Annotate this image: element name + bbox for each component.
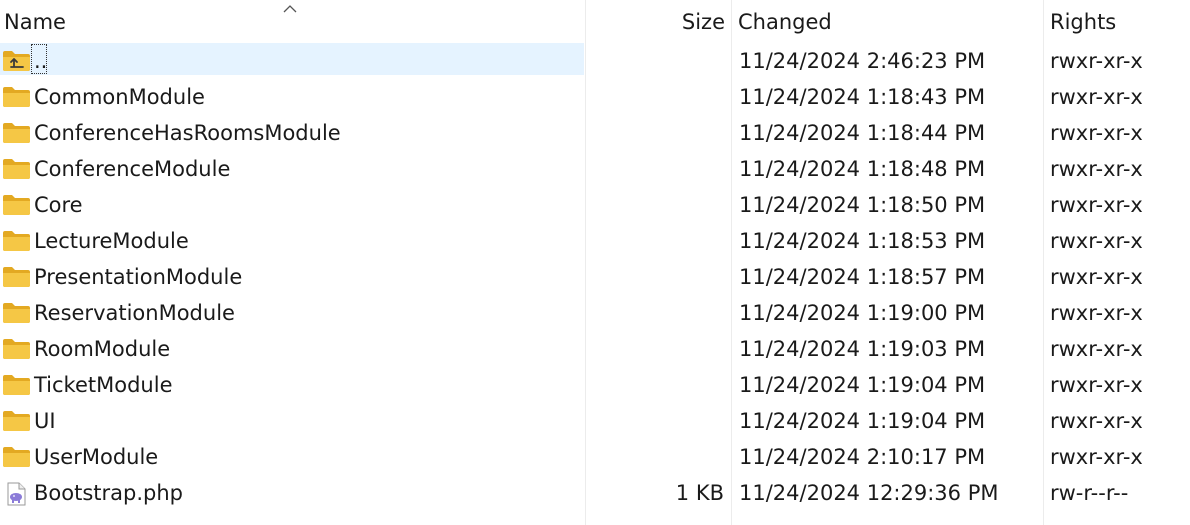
file-row[interactable]: TicketModule 11/24/2024 1:19:04 PM rwxr-xr… [0, 367, 1190, 403]
file-name[interactable]: PresentationModule [34, 259, 242, 295]
file-row[interactable]: PresentationModule 11/24/2024 1:18:57 PM r… [0, 259, 1190, 295]
file-changed: 11/24/2024 1:19:03 PM [739, 337, 986, 361]
file-row[interactable]: Bootstrap.php 1 KB 11/24/2024 12:29:36 PM r… [0, 475, 1190, 511]
file-size [586, 115, 724, 151]
folder-icon [2, 295, 31, 331]
file-size [586, 403, 724, 439]
file-name[interactable]: Bootstrap.php [34, 475, 183, 511]
file-rights: rwxr-xr-x [1050, 49, 1143, 73]
file-name[interactable]: ReservationModule [34, 295, 235, 331]
column-header-row: Name Size Changed Rights [0, 0, 1190, 44]
folder-icon [2, 439, 31, 475]
file-name[interactable]: ConferenceHasRoomsModule [34, 115, 341, 151]
folder-icon [2, 115, 31, 151]
file-changed: 11/24/2024 1:18:48 PM [739, 157, 986, 181]
file-list[interactable]: Name Size Changed Rights .. 11/24/2024 2:… [0, 0, 1190, 525]
file-size [586, 259, 724, 295]
folder-icon [2, 223, 31, 259]
file-name[interactable]: TicketModule [34, 367, 173, 403]
file-rights: rwxr-xr-x [1050, 337, 1143, 361]
file-name[interactable]: LectureModule [34, 223, 189, 259]
file-rights: rwxr-xr-x [1050, 121, 1143, 145]
file-size: 1 KB [675, 481, 724, 505]
file-name[interactable]: UserModule [34, 439, 158, 475]
file-size [586, 43, 724, 79]
file-row[interactable]: UI 11/24/2024 1:19:04 PM rwxr-xr-x [0, 403, 1190, 439]
file-rights: rwxr-xr-x [1050, 157, 1143, 181]
file-name[interactable]: Core [34, 187, 83, 223]
file-changed: 11/24/2024 12:29:36 PM [739, 481, 999, 505]
folder-icon [2, 259, 31, 295]
file-changed: 11/24/2024 1:19:04 PM [739, 409, 986, 433]
file-rights: rwxr-xr-x [1050, 265, 1143, 289]
folder-icon [2, 403, 31, 439]
file-rights: rwxr-xr-x [1050, 193, 1143, 217]
file-row[interactable]: Core 11/24/2024 1:18:50 PM rwxr-xr-x [0, 187, 1190, 223]
column-header-rights[interactable]: Rights [1044, 0, 1190, 44]
file-size [586, 151, 724, 187]
php-file-icon [2, 475, 31, 511]
file-changed: 11/24/2024 1:18:57 PM [739, 265, 986, 289]
file-changed: 11/24/2024 1:18:43 PM [739, 85, 986, 109]
file-rights: rwxr-xr-x [1050, 85, 1143, 109]
file-size [586, 295, 724, 331]
sort-ascending-icon [283, 5, 297, 13]
column-header-name-label: Name [4, 10, 66, 34]
file-rows: .. 11/24/2024 2:46:23 PM rwxr-xr-x CommonMo… [0, 43, 1190, 511]
file-row[interactable]: LectureModule 11/24/2024 1:18:53 PM rwxr-x… [0, 223, 1190, 259]
folder-icon [2, 367, 31, 403]
file-size [586, 331, 724, 367]
file-changed: 11/24/2024 1:19:00 PM [739, 301, 986, 325]
selection-highlight [0, 43, 584, 75]
file-size [586, 79, 724, 115]
file-row[interactable]: RoomModule 11/24/2024 1:19:03 PM rwxr-xr-x [0, 331, 1190, 367]
file-size [586, 439, 724, 475]
file-changed: 11/24/2024 1:18:53 PM [739, 229, 986, 253]
file-row[interactable]: .. 11/24/2024 2:46:23 PM rwxr-xr-x [0, 43, 1190, 79]
column-header-size[interactable]: Size [586, 0, 729, 44]
file-rights: rwxr-xr-x [1050, 445, 1143, 469]
file-rights: rwxr-xr-x [1050, 409, 1143, 433]
file-rights: rwxr-xr-x [1050, 373, 1143, 397]
file-changed: 11/24/2024 1:19:04 PM [739, 373, 986, 397]
file-changed: 11/24/2024 2:46:23 PM [739, 49, 986, 73]
column-header-changed-label: Changed [738, 10, 832, 34]
column-header-size-label: Size [681, 10, 725, 34]
file-name[interactable]: .. [34, 43, 47, 79]
file-size [586, 367, 724, 403]
column-header-rights-label: Rights [1050, 10, 1117, 34]
file-row[interactable]: ConferenceModule 11/24/2024 1:18:48 PM rwx… [0, 151, 1190, 187]
folder-icon [2, 187, 31, 223]
parent-folder-icon [2, 43, 31, 79]
file-row[interactable]: CommonModule 11/24/2024 1:18:43 PM rwxr-xr… [0, 79, 1190, 115]
file-name[interactable]: RoomModule [34, 331, 170, 367]
file-row[interactable]: UserModule 11/24/2024 2:10:17 PM rwxr-xr-x [0, 439, 1190, 475]
folder-icon [2, 79, 31, 115]
file-changed: 11/24/2024 2:10:17 PM [739, 445, 986, 469]
file-name[interactable]: CommonModule [34, 79, 205, 115]
file-rights: rwxr-xr-x [1050, 301, 1143, 325]
file-size [586, 223, 724, 259]
file-size [586, 187, 724, 223]
folder-icon [2, 331, 31, 367]
column-header-changed[interactable]: Changed [733, 0, 1041, 44]
file-name[interactable]: ConferenceModule [34, 151, 230, 187]
file-changed: 11/24/2024 1:18:50 PM [739, 193, 986, 217]
file-row[interactable]: ReservationModule 11/24/2024 1:19:00 PM rw… [0, 295, 1190, 331]
file-row[interactable]: ConferenceHasRoomsModule 11/24/2024 1:18:… [0, 115, 1190, 151]
folder-icon [2, 151, 31, 187]
file-rights: rw-r--r-- [1050, 481, 1129, 505]
file-changed: 11/24/2024 1:18:44 PM [739, 121, 986, 145]
file-rights: rwxr-xr-x [1050, 229, 1143, 253]
file-name[interactable]: UI [34, 403, 56, 439]
